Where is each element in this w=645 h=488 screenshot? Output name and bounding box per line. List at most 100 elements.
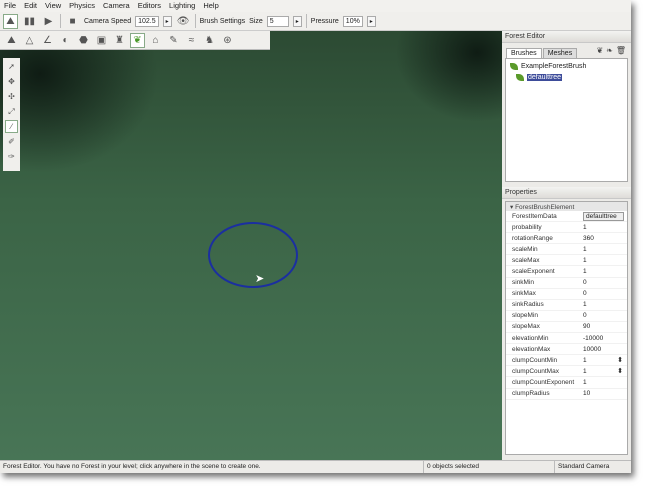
terrain-editor-icon[interactable]: ⛰ (4, 33, 19, 48)
property-name: scaleMax (512, 256, 540, 264)
brush-icon (510, 63, 518, 70)
property-name: ForestItemData (512, 212, 557, 220)
menu-lighting[interactable]: Lighting (169, 1, 195, 11)
property-name: sinkMax (512, 290, 536, 298)
pressure-input[interactable]: 10% (342, 15, 363, 27)
camera-speed-input[interactable]: 102.5 (135, 15, 159, 27)
visibility-eye-icon[interactable]: 👁 (176, 14, 191, 29)
erase-icon[interactable]: ✐ (5, 135, 18, 148)
property-name: scaleMin (512, 245, 538, 253)
property-value[interactable]: 90 (583, 323, 627, 330)
particle-icon[interactable]: ✎ (166, 33, 181, 48)
camera-mode: Standard Camera (558, 463, 610, 470)
status-bar: Forest Editor. You have no Forest in you… (0, 460, 631, 473)
editor-window: File Edit View Physics Camera Editors Li… (0, 0, 631, 473)
select-arrow-icon[interactable]: ➚ (5, 60, 18, 73)
pressure-arrow[interactable]: ▸ (366, 15, 376, 27)
river-icon[interactable]: ≈ (184, 33, 199, 48)
property-name: clumpRadius (512, 390, 550, 398)
property-value[interactable]: 1 (583, 246, 627, 253)
property-row: scaleMin 1 (506, 244, 627, 256)
erase-selected-icon[interactable]: ✑ (5, 150, 18, 163)
forest-editor-icon[interactable]: ❦ (130, 32, 145, 48)
divider (194, 14, 196, 28)
new-brush-icon[interactable]: ❦ (596, 46, 603, 55)
property-value[interactable]: -10000 (583, 335, 627, 342)
scale-icon[interactable]: ⤢ (5, 105, 18, 118)
camera-icon[interactable]: ■ (65, 14, 80, 29)
tab-meshes[interactable]: Meshes (542, 48, 578, 58)
property-value[interactable]: 1 (583, 301, 627, 308)
menu-view[interactable]: View (45, 1, 61, 11)
material-icon[interactable]: ▣ (94, 33, 109, 48)
menu-editors[interactable]: Editors (138, 1, 161, 11)
property-value[interactable]: 0 (583, 279, 627, 286)
editor-tools-toolbar: ⛰ △ ∠ ◐ ⬣ ▣ ♜ ❦ ⌂ ✎ ≈ ♞ ⊛ (0, 31, 270, 50)
pressure-label: Pressure (310, 17, 339, 25)
size-label: Size (249, 17, 263, 25)
property-name: rotationRange (512, 234, 553, 242)
shape-icon[interactable]: ⬣ (76, 33, 91, 48)
property-value[interactable]: 1 (583, 224, 627, 231)
property-row: probability 1 (506, 222, 627, 234)
size-input[interactable]: 5 (266, 15, 289, 27)
datablock-icon[interactable]: ♜ (112, 33, 127, 48)
world-editor-icon[interactable]: ⛰ (3, 13, 18, 29)
property-value[interactable]: 0 (583, 290, 627, 297)
property-value[interactable]: 1 (583, 379, 627, 386)
sphere-icon[interactable]: ◐ (58, 33, 73, 48)
scene-viewport[interactable]: ➤ (0, 31, 502, 460)
convex-icon[interactable]: ⊛ (220, 33, 235, 48)
property-value[interactable]: 0 (583, 312, 627, 319)
menu-file[interactable]: File (4, 1, 16, 11)
new-element-icon[interactable]: ❧ (606, 46, 613, 55)
gui-editor-icon[interactable]: ▮▮ (22, 14, 37, 29)
property-row: elevationMax 10000 (506, 344, 627, 356)
brush-tree: ExampleForestBrush defaulttree (505, 58, 628, 182)
brush-settings-label: Brush Settings (199, 17, 246, 25)
road-icon[interactable]: ∠ (40, 33, 55, 48)
menu-physics[interactable]: Physics (69, 1, 95, 11)
property-value[interactable]: 10000 (583, 346, 627, 353)
move-tree-icon[interactable]: ✥ (5, 75, 18, 88)
property-row: scaleMax 1 (506, 255, 627, 267)
tree-item-label: defaulttree (527, 74, 563, 81)
property-row: clumpCountMin 1 ⬍ (506, 355, 627, 367)
forest-tabs: Brushes Meshes ❦ ❧ 🗑 (502, 43, 631, 58)
camera-speed-arrow[interactable]: ▸ (162, 15, 172, 27)
size-arrow[interactable]: ▸ (292, 15, 302, 27)
spinner-icon[interactable]: ⬍ (617, 367, 623, 375)
property-row: slopeMin 0 (506, 311, 627, 322)
property-row: clumpCountExponent 1 (506, 377, 627, 389)
property-name: elevationMin (512, 334, 549, 342)
property-name: slopeMin (512, 312, 539, 320)
property-value[interactable]: 1 (583, 257, 627, 264)
property-name: clumpCountMin (512, 356, 558, 364)
decal-icon[interactable]: ⌂ (148, 33, 163, 48)
property-value[interactable]: 1 (583, 268, 627, 275)
menu-edit[interactable]: Edit (24, 1, 37, 11)
properties-panel: Properties ▾ ForestBrushElement ForestIt… (502, 187, 631, 457)
rotate-icon[interactable]: ✣ (5, 90, 18, 103)
tree-item-selected[interactable]: defaulttree (510, 72, 623, 83)
property-value[interactable]: 360 (583, 235, 627, 242)
play-icon[interactable]: ▶ (41, 14, 56, 29)
property-name: slopeMax (512, 323, 540, 331)
forest-item-data-button[interactable]: defaulttree (583, 211, 624, 221)
property-name: probability (512, 223, 542, 231)
mesh-road-icon[interactable]: △ (22, 33, 37, 48)
tab-brushes[interactable]: Brushes (506, 48, 542, 58)
menu-help[interactable]: Help (203, 1, 218, 11)
menu-camera[interactable]: Camera (103, 1, 130, 11)
paint-brush-icon[interactable]: ∕ (5, 120, 18, 133)
property-name: sinkRadius (512, 301, 544, 309)
tree-item[interactable]: ExampleForestBrush (510, 61, 623, 72)
spinner-icon[interactable]: ⬍ (617, 356, 623, 364)
delete-icon[interactable]: 🗑 (616, 46, 626, 55)
divider (60, 14, 61, 28)
right-panel: Forest Editor Brushes Meshes ❦ ❧ 🗑 Example… (502, 31, 631, 460)
property-group-header[interactable]: ▾ ForestBrushElement (506, 202, 627, 211)
property-value[interactable]: 10 (583, 390, 627, 397)
property-name: sinkMin (512, 279, 535, 287)
navmesh-icon[interactable]: ♞ (202, 33, 217, 48)
